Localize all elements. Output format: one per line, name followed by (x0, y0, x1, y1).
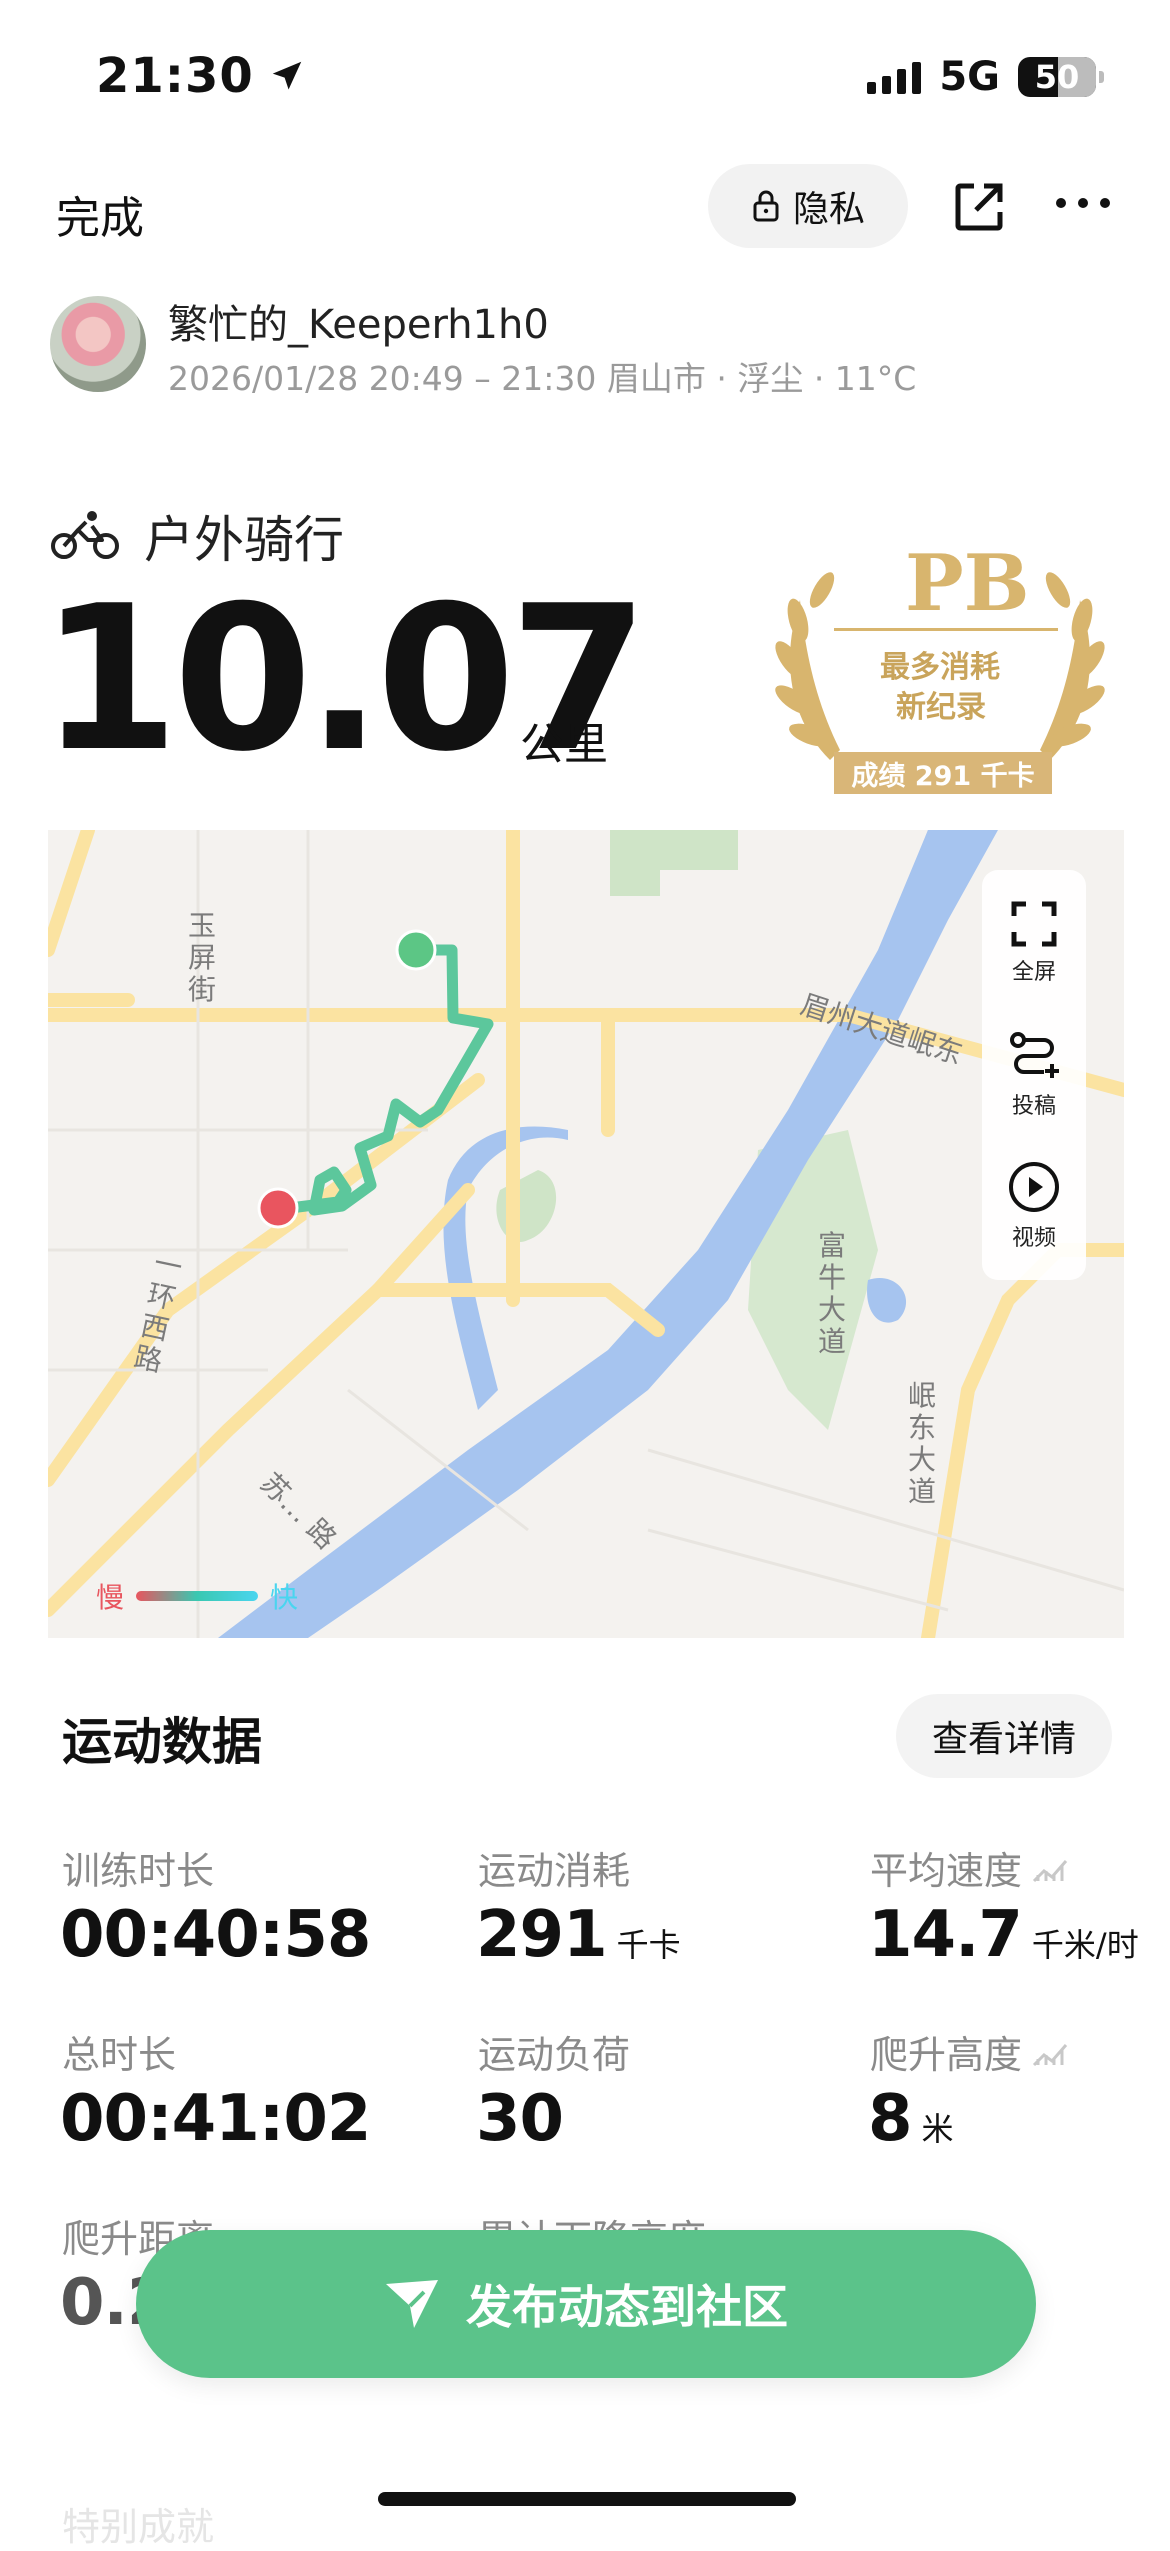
stat-label-total-time: 总时长 (62, 2033, 177, 2077)
stat-avg-speed-header: 平均速度 (870, 1840, 1068, 1895)
trend-chart-icon[interactable] (1032, 1853, 1068, 1883)
send-icon (386, 2280, 438, 2328)
map-label-yuping-street: 玉屏街 (188, 909, 217, 1006)
map-label-mindong-avenue: 岷东大道 (908, 1379, 937, 1508)
cast-label: 投稿 (1011, 1094, 1056, 1119)
activity-type: 户外骑行 (144, 511, 344, 569)
avatar[interactable] (50, 296, 146, 392)
cellular-signal-icon (867, 60, 922, 94)
fullscreen-label: 全屏 (1011, 960, 1056, 985)
trend-chart-icon[interactable] (1032, 2037, 1068, 2067)
pb-title: PB (905, 538, 1030, 629)
lock-icon (753, 190, 779, 222)
stat-value-calories: 291 (476, 1898, 608, 1972)
map-label-fu-niu-avenue: 富牛大道 (818, 1229, 847, 1358)
stat-elevation-gain: 8 米 (868, 2082, 954, 2156)
stat-calories: 291 千卡 (476, 1898, 681, 1972)
post-button-label: 发布动态到社区 (466, 2280, 788, 2334)
stat-value-training-load: 30 (476, 2082, 564, 2156)
status-indicators: 5G 50 (867, 54, 1104, 100)
route-start-marker (395, 929, 437, 971)
battery-icon: 50 (1018, 57, 1104, 97)
status-time: 21:30 (96, 48, 306, 104)
route-end-marker (257, 1187, 299, 1229)
route-map[interactable]: 玉屏街 一环西路 眉州大道岷东 富牛大道 岷东大道 苏… 路 (48, 830, 1124, 1638)
legend-fast: 快 (270, 1581, 299, 1614)
stat-value-total-time: 00:41:02 (60, 2082, 371, 2156)
stat-unit-elevation-gain: 米 (921, 2110, 954, 2148)
stat-label-avg-speed: 平均速度 (870, 1849, 1023, 1893)
stat-value-avg-speed: 14.7 (868, 1898, 1023, 1972)
username[interactable]: 繁忙的_Keeperh1h0 (168, 292, 549, 350)
time-text: 21:30 (96, 48, 254, 104)
stat-label-training-load: 运动负荷 (478, 2033, 631, 2077)
home-indicator[interactable] (378, 2492, 796, 2506)
activity-meta: 2026/01/28 20:49 – 21:30 眉山市 · 浮尘 · 11°C (168, 359, 917, 398)
stat-elevation-header: 爬升高度 (870, 2024, 1068, 2079)
view-details-button[interactable]: 查看详情 (896, 1694, 1112, 1778)
distance-unit: 公里 (520, 719, 608, 770)
battery-level: 50 (1034, 58, 1080, 96)
speed-legend: 慢 快 (96, 1576, 298, 1616)
fullscreen-button[interactable]: 全屏 (982, 900, 1086, 986)
network-type: 5G (939, 54, 1000, 100)
play-icon (1009, 1162, 1059, 1212)
stat-unit-calories: 千卡 (616, 1926, 681, 1964)
stat-unit-avg-speed: 千米/时 (1031, 1926, 1139, 1964)
video-button[interactable]: 视频 (982, 1160, 1086, 1252)
stat-avg-speed: 14.7 千米/时 (868, 1898, 1139, 1972)
route-edit-icon (1010, 1032, 1059, 1078)
stat-value-training-time: 00:40:58 (60, 1898, 371, 1972)
privacy-button[interactable]: 隐私 (708, 164, 908, 248)
faded-section-title: 特别成就 (62, 2505, 215, 2549)
video-label: 视频 (1011, 1226, 1056, 1251)
speed-gradient-bar (136, 1591, 259, 1601)
bicycle-icon (51, 511, 119, 559)
pb-subtitle-1: 最多消耗 (880, 650, 1000, 685)
legend-slow: 慢 (96, 1581, 125, 1614)
pb-subtitle-2: 新纪录 (896, 690, 986, 725)
fullscreen-icon (1011, 901, 1057, 947)
stat-label-calories: 运动消耗 (478, 1849, 631, 1893)
stat-label-elevation-gain: 爬升高度 (870, 2033, 1023, 2077)
more-options-icon[interactable] (1056, 198, 1110, 208)
privacy-label: 隐私 (792, 189, 865, 230)
done-button[interactable]: 完成 (56, 182, 144, 246)
stat-label-training-time: 训练时长 (62, 1849, 215, 1893)
pb-divider (834, 628, 1058, 631)
stats-section-title: 运动数据 (62, 1713, 262, 1771)
cast-button[interactable]: 投稿 (982, 1030, 1086, 1120)
location-arrow-icon (272, 61, 302, 90)
pb-score: 成绩 291 千卡 (834, 752, 1052, 794)
post-to-community-button[interactable]: 发布动态到社区 (136, 2230, 1036, 2378)
map-controls: 全屏 投稿 视频 (982, 870, 1086, 1280)
share-icon[interactable] (952, 180, 1006, 234)
stat-value-elevation-gain: 8 (868, 2082, 913, 2156)
